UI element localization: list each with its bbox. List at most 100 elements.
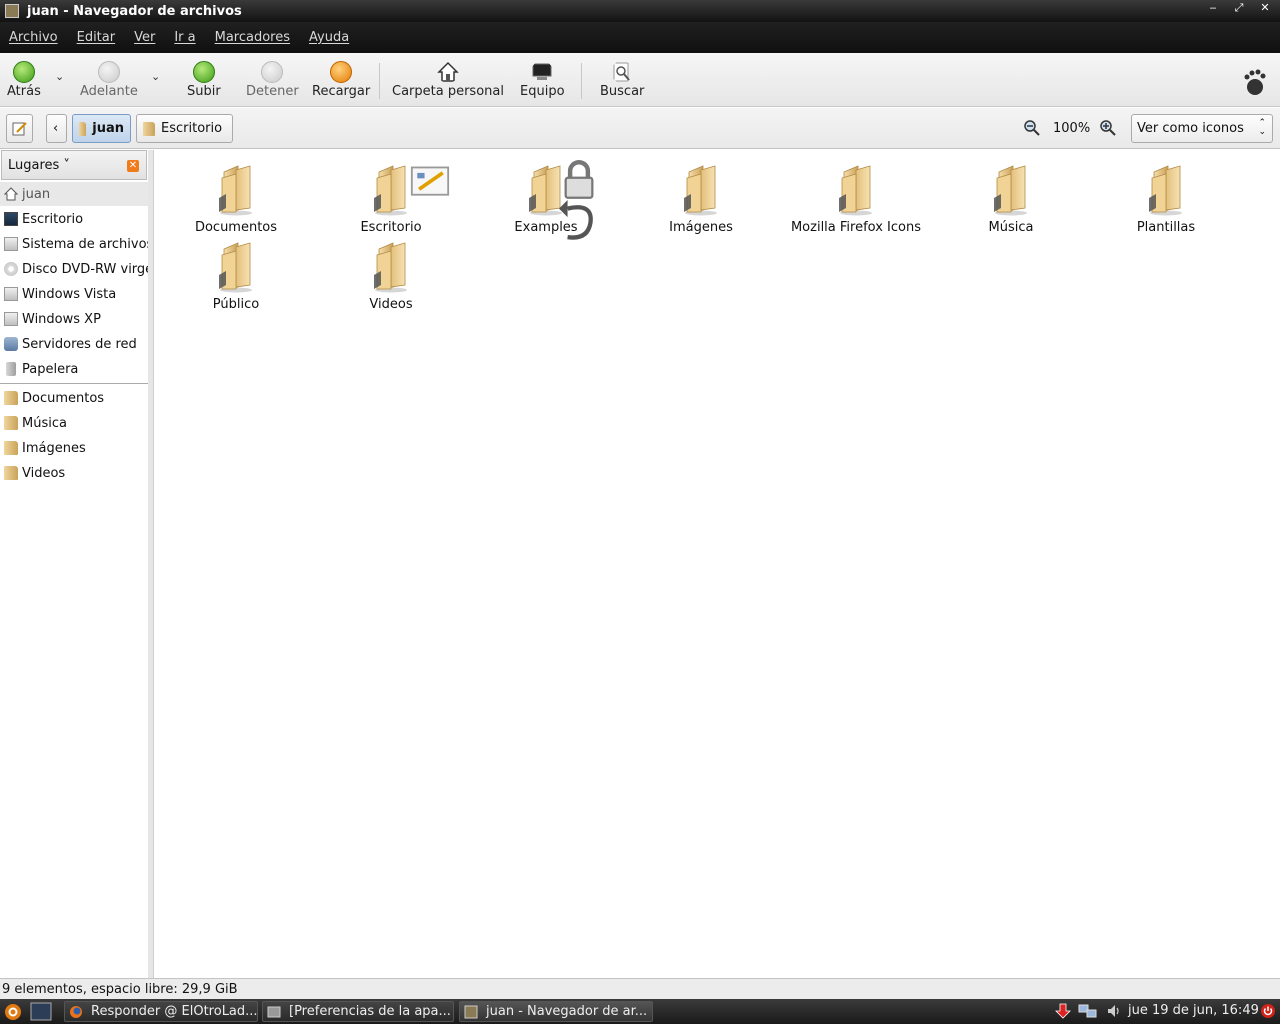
back-history-dropdown[interactable]: ⌄ [55,70,64,83]
sidebar-item-network[interactable]: Servidores de red [0,332,148,356]
ubuntu-menu-icon[interactable] [3,1002,23,1022]
sidebar-item-windows-vista[interactable]: Windows Vista [0,282,148,306]
harddisk-icon [4,312,18,326]
minimize-button[interactable]: ‒ [1202,2,1224,16]
zoom-out-icon[interactable] [1024,120,1040,136]
folder-icon [143,121,155,136]
folder-icon [373,242,408,293]
sidebar-item-label: Videos [22,465,66,481]
sidebar-item-trash[interactable]: Papelera [0,357,148,381]
folder-icon [838,165,873,216]
path-scroll-left-button[interactable]: ‹ [46,114,67,143]
task-firefox[interactable]: Responder @ ElOtroLad... [64,1001,258,1022]
menu-ir-a[interactable]: Ir a [174,30,195,45]
back-button[interactable]: Atrás [7,61,41,99]
home-icon [437,61,459,82]
file-name: Documentos [194,220,278,235]
file-name: Imágenes [669,220,733,235]
folder-icon [218,165,253,216]
up-button[interactable]: Subir [187,61,221,99]
sidebar-type-select[interactable]: Lugares ˅ [8,158,70,173]
folder-icon [373,165,408,216]
sidebar-item-filesystem[interactable]: Sistema de archivos [0,232,148,256]
sidebar-item-label: Disco DVD-RW virgen [22,261,148,277]
home-folder-icon [79,121,87,136]
menu-archivo[interactable]: Archivo [9,30,58,45]
close-button[interactable]: ✕ [1254,2,1276,16]
sidebar-item-label: juan [22,186,51,202]
file-icon-view[interactable]: Documentos Escritorio Examples Imágenes … [155,150,1280,978]
task-preferencias[interactable]: [Preferencias de la apa... [262,1001,454,1022]
toggle-location-entry-button[interactable] [6,114,33,143]
desktop-icon [4,212,18,226]
power-icon[interactable] [1260,1003,1276,1019]
window-controls: ‒ ⤢ ✕ [1202,2,1276,16]
preferences-icon [267,1006,281,1017]
sidebar-bookmark-musica[interactable]: Música [0,411,148,435]
sidebar-item-juan[interactable]: juan [0,182,148,206]
computer-button[interactable]: Equipo [520,61,565,99]
file-item-imagenes[interactable]: Imágenes [626,164,776,235]
task-label: juan - Navegador de ar... [486,1004,648,1019]
file-name: Mozilla Firefox Icons [790,220,922,235]
task-label: [Preferencias de la apa... [289,1004,451,1019]
sidebar-item-label: Música [22,415,67,431]
file-name: Escritorio [360,220,422,235]
sidebar-bookmark-documentos[interactable]: Documentos [0,386,148,410]
network-status-icon[interactable] [1078,1003,1098,1019]
file-item-documentos[interactable]: Documentos [161,164,311,235]
edit-location-icon [12,122,27,136]
sidebar-item-dvd[interactable]: Disco DVD-RW virgen [0,257,148,281]
breadcrumb-escritorio[interactable]: Escritorio [136,114,233,143]
file-item-videos[interactable]: Videos [316,241,466,312]
volume-icon[interactable] [1106,1003,1122,1019]
file-item-examples[interactable]: Examples [471,160,621,240]
trash-icon [6,362,16,376]
title-bar[interactable]: juan - Navegador de archivos ‒ ⤢ ✕ [0,0,1280,22]
search-button[interactable]: Buscar [600,61,644,99]
forward-label: Adelante [80,84,138,99]
file-name: Videos [369,297,413,312]
menu-editar[interactable]: Editar [77,30,116,45]
zoom-level[interactable]: 100% [1053,121,1090,136]
folder-icon [993,165,1028,216]
clock[interactable]: jue 19 de jun, 16:49 [1128,1003,1259,1018]
file-item-mozilla-firefox-icons[interactable]: Mozilla Firefox Icons [781,164,931,235]
file-item-escritorio[interactable]: Escritorio [316,164,466,235]
pane-resize-handle[interactable] [148,150,154,978]
status-bar: 9 elementos, espacio libre: 29,9 GiB [0,978,1280,999]
folder-icon [4,416,18,430]
file-item-musica[interactable]: Música [936,164,1086,235]
stop-button[interactable]: Detener [246,61,299,99]
folder-icon [1148,165,1183,216]
show-desktop-icon[interactable] [30,1002,52,1021]
view-mode-select[interactable]: Ver como iconos ⌃ ⌄ [1131,114,1273,143]
breadcrumb-juan[interactable]: juan [72,114,131,143]
sidebar-header: Lugares ˅ ✕ [1,150,147,180]
sidebar-item-label: Servidores de red [22,336,137,352]
menu-marcadores[interactable]: Marcadores [215,30,290,45]
sidebar-item-windows-xp[interactable]: Windows XP [0,307,148,331]
menu-ver[interactable]: Ver [134,30,155,45]
forward-button[interactable]: Adelante [80,61,138,99]
computer-icon [532,63,552,80]
reload-button[interactable]: Recargar [312,61,370,99]
file-manager-icon [464,1005,478,1018]
menu-ayuda[interactable]: Ayuda [309,30,349,45]
sidebar-separator [0,383,148,384]
update-notifier-icon[interactable] [1055,1003,1071,1019]
sidebar-item-escritorio[interactable]: Escritorio [0,207,148,231]
sidebar-bookmark-videos[interactable]: Videos [0,461,148,485]
home-button[interactable]: Carpeta personal [392,61,504,99]
file-item-publico[interactable]: Público [161,241,311,312]
up-arrow-icon [192,61,215,83]
sidebar-bookmark-imagenes[interactable]: Imágenes [0,436,148,460]
close-sidebar-icon[interactable]: ✕ [127,160,139,172]
forward-history-dropdown[interactable]: ⌄ [151,70,160,83]
task-navegador[interactable]: juan - Navegador de ar... [459,1001,653,1022]
breadcrumb-label: juan [92,121,124,136]
zoom-in-icon[interactable] [1100,120,1116,136]
file-item-plantillas[interactable]: Plantillas [1091,164,1241,235]
maximize-button[interactable]: ⤢ [1228,2,1250,16]
sidebar-item-label: Papelera [22,361,79,377]
